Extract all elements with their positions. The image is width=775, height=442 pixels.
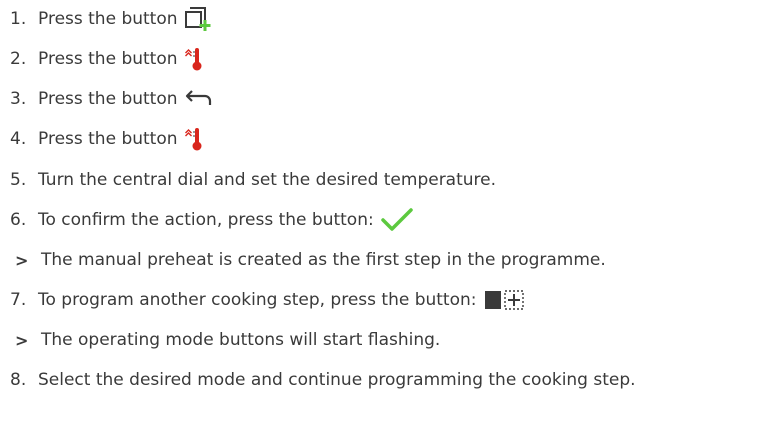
- step-6: 6. To confirm the action, press the butt…: [0, 205, 414, 235]
- result-text: The manual preheat is created as the fir…: [41, 250, 606, 270]
- step-text: Press the button: [38, 49, 178, 69]
- step-number: 4.: [10, 129, 27, 149]
- step-text: Press the button: [38, 89, 178, 109]
- add-cooking-step-icon: [483, 288, 525, 312]
- step-number: 6.: [10, 210, 27, 230]
- step-5: 5. Turn the central dial and set the des…: [0, 165, 496, 195]
- result-marker: >: [15, 250, 29, 270]
- step-text: Press the button: [38, 129, 178, 149]
- step-4: 4. Press the button: [0, 124, 204, 154]
- checkmark-icon: [380, 207, 414, 233]
- preheat-thermometer-icon: [184, 46, 204, 72]
- back-arrow-icon: [184, 87, 214, 111]
- step-number: 5.: [10, 170, 27, 190]
- result-text: The operating mode buttons will start fl…: [41, 330, 441, 350]
- step-number: 1.: [10, 9, 27, 29]
- step-number: 2.: [10, 49, 27, 69]
- step-3: 3. Press the button: [0, 84, 214, 114]
- step-8: 8. Select the desired mode and continue …: [0, 365, 636, 395]
- step-text: To program another cooking step, press t…: [38, 290, 477, 310]
- result-marker: >: [15, 330, 29, 350]
- step-2: 2. Press the button: [0, 44, 204, 74]
- result-1: > The manual preheat is created as the f…: [0, 245, 606, 275]
- step-1: 1. Press the button: [0, 4, 212, 34]
- preheat-thermometer-icon: [184, 126, 204, 152]
- step-text: Press the button: [38, 9, 178, 29]
- step-text: Select the desired mode and continue pro…: [38, 370, 636, 390]
- step-number: 3.: [10, 89, 27, 109]
- step-text: To confirm the action, press the button:: [38, 210, 374, 230]
- step-number: 7.: [10, 290, 27, 310]
- add-step-icon: [184, 6, 212, 32]
- step-number: 8.: [10, 370, 27, 390]
- result-2: > The operating mode buttons will start …: [0, 325, 440, 355]
- step-7: 7. To program another cooking step, pres…: [0, 285, 525, 315]
- step-text: Turn the central dial and set the desire…: [38, 170, 497, 190]
